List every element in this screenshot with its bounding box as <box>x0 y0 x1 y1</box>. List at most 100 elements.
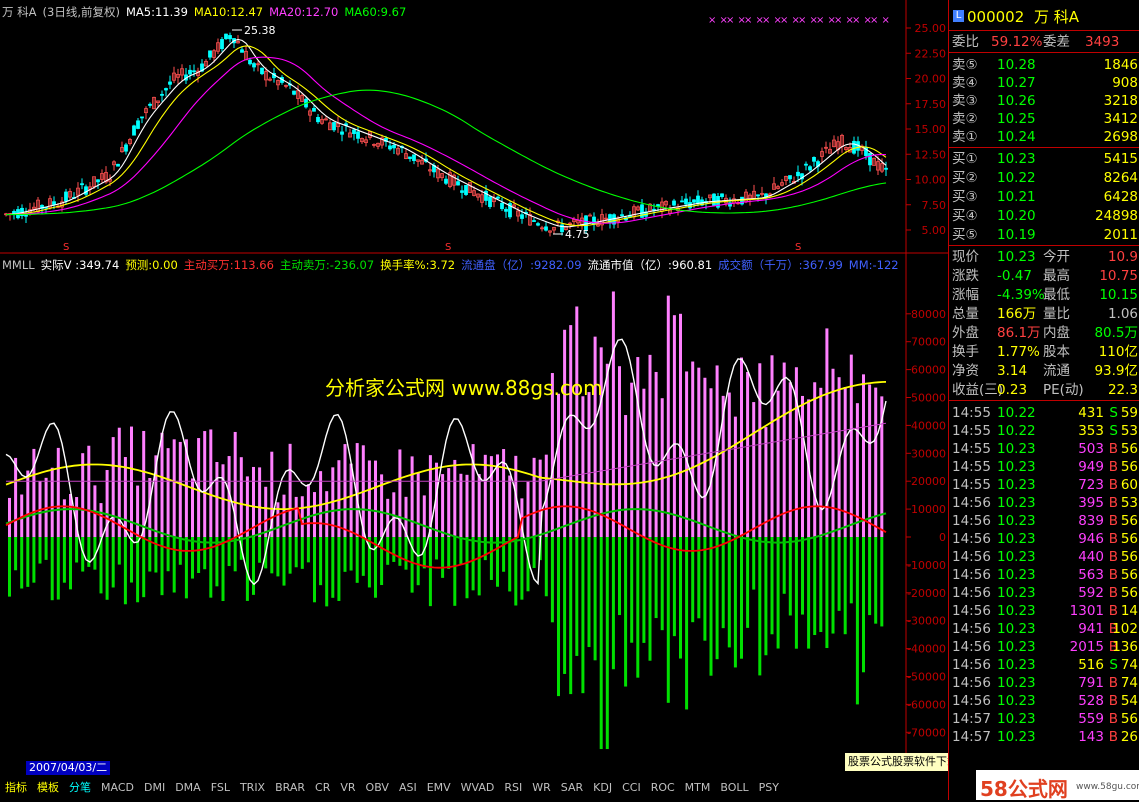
tick-time: 14:56 <box>952 585 991 601</box>
candle-body <box>412 154 416 161</box>
candle-body <box>504 208 508 212</box>
tick-side: B <box>1108 495 1118 511</box>
indicator-tabs: 指标 模板 分笔 MACD DMI DMA FSL TRIX BRAR CR VR OBV ASI EMV… <box>0 778 948 800</box>
sell-volume-bar <box>679 537 682 659</box>
candle-body <box>392 144 396 149</box>
tick-row: 14:56 10.23 516 S 74 <box>949 656 1139 674</box>
ask-row: 卖⑤ 10.28 1846 <box>949 56 1139 74</box>
sell-volume-bar <box>282 537 286 586</box>
tick-side: B <box>1108 513 1118 529</box>
sell-volume-bar <box>672 537 676 637</box>
vol-axis-label: -60000 <box>907 698 946 711</box>
tab-dmi[interactable]: DMI <box>139 778 170 798</box>
tick-row: 14:55 10.22 431 S 59 <box>949 404 1139 422</box>
ask-label: 卖④ <box>952 75 978 91</box>
quote-value-2: 110亿 <box>1098 344 1138 360</box>
candle-body <box>520 214 524 219</box>
ask-row: 卖④ 10.27 908 <box>949 74 1139 92</box>
tab-cci[interactable]: CCI <box>617 778 646 798</box>
tab-dma[interactable]: DMA <box>170 778 206 798</box>
tab-vr[interactable]: VR <box>335 778 360 798</box>
tick-row: 14:56 10.23 2015 B 136 <box>949 638 1139 656</box>
buy-volume-bar <box>849 354 853 537</box>
sell-volume-bar <box>721 537 725 629</box>
tab-psy[interactable]: PSY <box>754 778 784 798</box>
tick-side: B <box>1108 585 1118 601</box>
tab-asi[interactable]: ASI <box>394 778 422 798</box>
tick-row: 14:57 10.23 559 B 56 <box>949 710 1139 728</box>
buy-volume-bar <box>56 447 60 537</box>
quote-row: 现价 10.23 今开 10.9 <box>949 248 1139 266</box>
tick-row: 14:56 10.23 563 B 56 <box>949 566 1139 584</box>
tab-obv[interactable]: OBV <box>361 778 394 798</box>
candle-body <box>292 90 296 95</box>
candle-body <box>488 196 492 207</box>
sell-volume-bar <box>636 537 640 678</box>
tick-count: 102 <box>1112 621 1138 637</box>
tab-kdj[interactable]: KDJ <box>588 778 617 798</box>
tab-rsi[interactable]: RSI <box>499 778 527 798</box>
ask-volume: 2698 <box>1103 129 1138 145</box>
candle-body <box>52 201 56 205</box>
buy-volume-bar <box>166 448 170 537</box>
sell-volume-bar <box>581 537 585 694</box>
tab-macd[interactable]: MACD <box>96 778 139 798</box>
buy-volume-bar <box>605 363 609 537</box>
candle-body <box>456 181 460 186</box>
tab-trix[interactable]: TRIX <box>235 778 270 798</box>
sell-volume-bar <box>428 537 432 607</box>
buy-volume-bar <box>874 387 878 537</box>
quote-row: 净资 3.14 流通 93.9亿 <box>949 362 1139 380</box>
tab-boll[interactable]: BOLL <box>715 778 753 798</box>
tab-brar[interactable]: BRAR <box>270 778 310 798</box>
tab-mtm[interactable]: MTM <box>680 778 716 798</box>
tab-指标[interactable]: 指标 <box>0 778 32 798</box>
tick-row: 14:56 10.23 440 B 56 <box>949 548 1139 566</box>
tab-emv[interactable]: EMV <box>422 778 456 798</box>
tick-time: 14:56 <box>952 531 991 547</box>
tab-分笔[interactable]: 分笔 <box>64 778 96 798</box>
tab-fsl[interactable]: FSL <box>206 778 235 798</box>
quote-label: 外盘 <box>952 325 979 341</box>
sell-volume-bar <box>50 537 54 601</box>
sell-volume-bar <box>557 537 560 697</box>
buy-volume-bar <box>630 382 634 537</box>
quote-value: -0.47 <box>997 268 1032 284</box>
candle-body <box>136 120 140 129</box>
bid-price: 10.20 <box>997 208 1036 224</box>
sell-volume-bar <box>599 537 603 750</box>
quote-label: 换手 <box>952 344 979 360</box>
tick-count: 56 <box>1120 567 1138 583</box>
tab-wr[interactable]: WR <box>527 778 556 798</box>
sell-volume-bar <box>331 537 335 598</box>
tab-模板[interactable]: 模板 <box>32 778 64 798</box>
buy-volume-bar <box>50 467 54 537</box>
buy-volume-bar <box>801 395 804 537</box>
buy-volume-bar <box>160 432 164 537</box>
buy-volume-bar <box>557 393 560 537</box>
bid-price: 10.19 <box>997 227 1036 243</box>
sell-volume-bar <box>849 537 853 604</box>
sell-volume-bar <box>459 537 463 565</box>
buy-volume-bar <box>245 476 249 537</box>
tab-sar[interactable]: SAR <box>556 778 588 798</box>
ask-price: 10.26 <box>997 93 1036 109</box>
bid-row: 买⑤ 10.19 2011 <box>949 226 1139 244</box>
tab-wvad[interactable]: WVAD <box>456 778 500 798</box>
ask-price: 10.25 <box>997 111 1036 127</box>
sell-volume-bar <box>483 537 487 561</box>
tick-side: B <box>1108 441 1118 457</box>
sell-volume-bar <box>605 537 609 750</box>
indicator-header: MMLL 实际V :349.74 预测:0.00 主动买万:113.66 主动卖万:-2… <box>2 257 905 273</box>
tab-cr[interactable]: CR <box>310 778 335 798</box>
info-icon[interactable]: L <box>953 10 964 22</box>
bid-volume: 5415 <box>1103 151 1138 167</box>
tick-count: 14 <box>1120 603 1138 619</box>
candle-body <box>340 131 344 135</box>
tab-roc[interactable]: ROC <box>646 778 680 798</box>
buy-volume-bar <box>294 496 298 537</box>
logo-text: 58公式网 <box>980 777 1068 801</box>
bid-row: 买③ 10.21 6428 <box>949 188 1139 206</box>
buy-volume-bar <box>349 463 353 537</box>
vol-axis-label: 40000 <box>911 419 946 432</box>
